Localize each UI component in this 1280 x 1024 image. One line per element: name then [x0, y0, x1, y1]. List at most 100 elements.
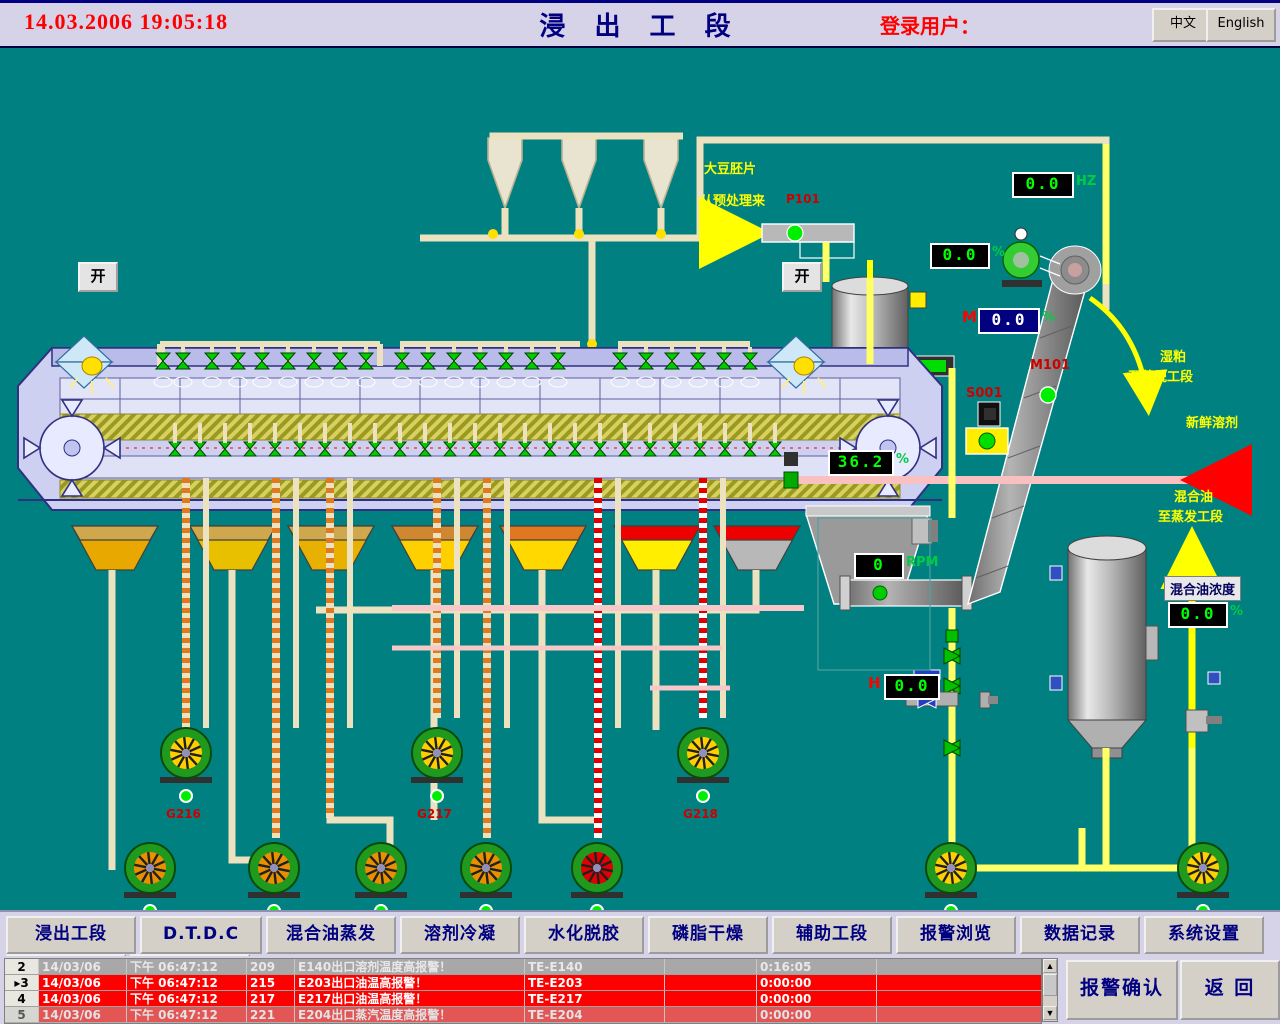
readout-vfd-hz-unit: HZ [1076, 174, 1096, 189]
alarm-code: 221 [247, 1007, 295, 1022]
nav-system-setup[interactable]: 系统设置 [1144, 916, 1264, 954]
alarm-no: 4 [5, 991, 39, 1006]
language-english-button[interactable]: English [1206, 8, 1276, 42]
feed-tag: P101 [786, 192, 820, 206]
nav-data-record[interactable]: 数据记录 [1020, 916, 1140, 954]
feed-label-line2: 从预处理来 [700, 190, 765, 209]
scroll-thumb[interactable] [1043, 974, 1057, 996]
alarm-code: 215 [247, 975, 295, 990]
alarm-tag: TE-E203 [525, 975, 665, 990]
alarm-no: ▸3 [5, 975, 39, 990]
alarm-message: E217出口油温高报警！ [295, 991, 525, 1006]
readout-solvent-valve-prefix: H [868, 674, 881, 692]
readout-miscella-conc[interactable]: 0.0 [1168, 602, 1228, 628]
nav-solvent-cond[interactable]: 溶剂冷凝 [400, 916, 520, 954]
pump-g214[interactable] [248, 843, 300, 898]
readout-rotary-prefix: M [962, 308, 977, 326]
alarm-panel: 214/03/06下午 06:47:12209E140出口溶剂温度高报警！TE-… [0, 956, 1280, 1024]
alarm-duration: 0:00:00 [757, 975, 877, 990]
alarm-date: 14/03/06 [39, 991, 127, 1006]
alarm-message: E140出口溶剂温度高报警！ [295, 959, 525, 974]
alarm-table[interactable]: 214/03/06下午 06:47:12209E140出口溶剂温度高报警！TE-… [4, 958, 1042, 1024]
alarm-back-button[interactable]: 返 回 [1180, 960, 1280, 1020]
alarm-time: 下午 06:47:12 [127, 975, 247, 990]
nav-auxiliary[interactable]: 辅助工段 [772, 916, 892, 954]
indicator-tag: S001 [966, 386, 1003, 401]
alarm-no: 2 [5, 959, 39, 974]
alarm-duration: 0:16:05 [757, 959, 877, 974]
alarm-tag: TE-E140 [525, 959, 665, 974]
pump-g212[interactable] [460, 843, 512, 898]
readout-extractor-level-unit: % [896, 452, 909, 467]
miscella-out-line1: 混合油 [1174, 486, 1213, 505]
alarm-blank [665, 959, 757, 974]
pump-status-lamp-g217 [430, 789, 444, 803]
alarm-message: E204出口蒸汽温度高报警！ [295, 1007, 525, 1022]
pump-g230b[interactable] [1177, 843, 1229, 898]
pump-tag-g216: G216 [166, 807, 201, 821]
miscella-concentration-tag: 混合油浓度 [1164, 576, 1241, 601]
alarm-date: 14/03/06 [39, 975, 127, 990]
alarm-row[interactable]: 214/03/06下午 06:47:12209E140出口溶剂温度高报警！TE-… [5, 959, 1041, 975]
logged-user-label: 登录用户： [880, 10, 980, 39]
readout-rotary-valve-speed[interactable]: 0.0 [978, 308, 1040, 334]
readout-solvent-valve[interactable]: 0.0 [884, 674, 940, 700]
alarm-time: 下午 06:47:12 [127, 1007, 247, 1022]
nav-alarm-browse[interactable]: 报警浏览 [896, 916, 1016, 954]
page-title: 浸 出 工 段 [0, 6, 1280, 43]
navigation-bar: 浸出工段D.T.D.C混合油蒸发溶剂冷凝水化脱胶磷脂干燥辅助工段报警浏览数据记录… [0, 910, 1280, 956]
nav-hydration[interactable]: 水化脱胶 [524, 916, 644, 954]
alarm-row[interactable]: ▸314/03/06下午 06:47:12215E203出口油温高报警！TE-E… [5, 975, 1041, 991]
pump-g215[interactable] [124, 843, 176, 898]
readout-miscella-conc-unit: % [1230, 604, 1243, 619]
pump-g217[interactable] [411, 728, 463, 783]
alarm-blank [665, 975, 757, 990]
alarm-code: 209 [247, 959, 295, 974]
miscella-out-line2: 至蒸发工段 [1158, 506, 1223, 525]
alarm-tag: TE-E204 [525, 1007, 665, 1022]
alarm-blank [665, 991, 757, 1006]
pump-tag-g217: G217 [417, 807, 452, 821]
readout-extractor-rpm[interactable]: 0 [854, 553, 904, 579]
feed-label-line1: 大豆胚片 [704, 158, 756, 177]
alarm-row[interactable]: 414/03/06下午 06:47:12217E217出口油温高报警！TE-E2… [5, 991, 1041, 1007]
pump-g211[interactable] [571, 843, 623, 898]
nav-dtdc[interactable]: D.T.D.C [140, 916, 262, 954]
alarm-date: 14/03/06 [39, 1007, 127, 1022]
alarm-blank [665, 1007, 757, 1022]
alarm-no: 5 [5, 1007, 39, 1022]
open-button-left[interactable]: 开 [78, 262, 118, 292]
pump-tag-g218: G218 [683, 807, 718, 821]
app-header: 14.03.2006 19:05:18 浸 出 工 段 登录用户： 中文 Eng… [0, 0, 1280, 48]
conveyor-tag: M101 [1030, 358, 1070, 373]
pump-g213[interactable] [355, 843, 407, 898]
scroll-down-button[interactable]: ▼ [1043, 1006, 1057, 1020]
readout-rotary-unit: % [1042, 310, 1055, 325]
pump-g218[interactable] [677, 728, 729, 783]
fresh-solvent-label: 新鲜溶剂 [1186, 412, 1238, 431]
alarm-message: E203出口油温高报警！ [295, 975, 525, 990]
readout-feed-percent[interactable]: 0.0 [930, 243, 990, 269]
alarm-row[interactable]: 514/03/06下午 06:47:12221E204出口蒸汽温度高报警！TE-… [5, 1007, 1041, 1023]
alarm-code: 217 [247, 991, 295, 1006]
nav-extraction[interactable]: 浸出工段 [6, 916, 136, 954]
nav-miscella-evap[interactable]: 混合油蒸发 [266, 916, 396, 954]
alarm-tag: TE-E217 [525, 991, 665, 1006]
alarm-acknowledge-button[interactable]: 报警确认 [1066, 960, 1178, 1020]
nav-lecithin-dry[interactable]: 磷脂干燥 [648, 916, 768, 954]
readout-feed-percent-unit: % [992, 245, 1005, 260]
meal-out-line1: 湿粕 [1160, 346, 1186, 365]
readout-extractor-rpm-unit: RPM [906, 555, 938, 570]
pump-g216[interactable] [160, 728, 212, 783]
pump-status-lamp-g216 [179, 789, 193, 803]
alarm-scrollbar[interactable]: ▲ ▼ [1042, 958, 1058, 1022]
language-chinese-button[interactable]: 中文 [1152, 8, 1214, 42]
pump-g103[interactable] [925, 843, 977, 898]
readout-vfd-hz[interactable]: 0.0 [1012, 172, 1074, 198]
scroll-up-button[interactable]: ▲ [1043, 959, 1057, 973]
open-button-right[interactable]: 开 [782, 262, 822, 292]
alarm-duration: 0:00:00 [757, 991, 877, 1006]
readout-extractor-level[interactable]: 36.2 [828, 450, 894, 476]
alarm-time: 下午 06:47:12 [127, 959, 247, 974]
meal-out-line2: 至蒸脱工段 [1128, 366, 1193, 385]
